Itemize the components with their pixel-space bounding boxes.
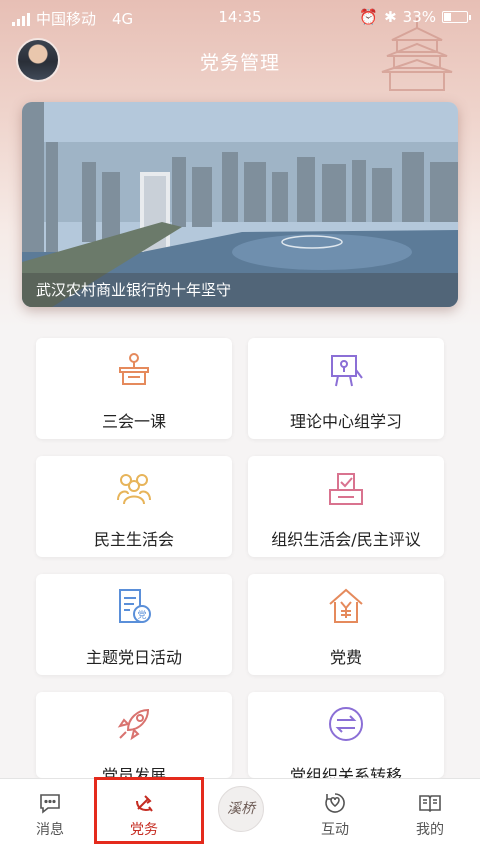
book-icon: [419, 795, 441, 813]
card-member-development[interactable]: 党员发展: [36, 692, 232, 785]
presentation-board-icon: [331, 355, 363, 387]
group-people-icon: [117, 474, 151, 505]
battery-icon: [442, 11, 471, 23]
card-three-meetings[interactable]: 三会一课: [36, 338, 232, 439]
card-theory-study[interactable]: 理论中心组学习: [248, 338, 444, 439]
interaction-icon: [325, 793, 345, 813]
card-democratic-meeting[interactable]: 民主生活会: [36, 456, 232, 557]
center-logo-button[interactable]: 溪桥: [218, 786, 264, 832]
alarm-icon: ⏰: [359, 8, 379, 26]
rocket-icon: [117, 708, 150, 741]
battery-percent: 33%: [402, 8, 436, 26]
card-org-life[interactable]: 组织生活会/民主评议: [248, 456, 444, 557]
svg-text:党: 党: [137, 609, 146, 621]
card-theme-day[interactable]: 党 主题党日活动: [36, 574, 232, 675]
card-label: 民主生活会: [93, 530, 174, 549]
bluetooth-icon: ✱: [384, 8, 397, 26]
party-document-icon: 党: [119, 589, 151, 623]
card-label: 党费: [329, 648, 362, 667]
card-party-fee[interactable]: 党费: [248, 574, 444, 675]
card-label: 理论中心组学习: [289, 412, 402, 431]
tab-label: 互动: [321, 822, 349, 838]
podium-icon: [119, 353, 149, 385]
tab-messages[interactable]: 消息: [10, 779, 90, 850]
highlight-box: [94, 777, 204, 844]
tab-label: 消息: [36, 822, 64, 838]
yuan-house-icon: [329, 588, 363, 623]
menu-grid: 三会一课 理论中心组学习 民主生活会 组织生活会/民主评议 党 主题党日活动 党…: [36, 338, 444, 785]
transfer-arrows-icon: [329, 707, 363, 741]
tab-label: 我的: [416, 822, 444, 838]
card-label: 组织生活会/民主评议: [271, 530, 421, 549]
card-label: 主题党日活动: [85, 648, 182, 667]
message-icon: [40, 794, 60, 814]
banner-caption: 武汉农村商业银行的十年坚守: [22, 273, 458, 307]
card-org-transfer[interactable]: 党组织关系转移: [248, 692, 444, 785]
ballot-box-icon: [329, 473, 363, 505]
tab-mine[interactable]: 我的: [390, 779, 470, 850]
tab-interaction[interactable]: 互动: [295, 779, 375, 850]
card-label: 三会一课: [101, 412, 166, 431]
banner-carousel[interactable]: 武汉农村商业银行的十年坚守: [22, 102, 458, 307]
status-bar: 中国移动 4G 14:35 ⏰ ✱ 33%: [0, 0, 480, 36]
page-title: 党务管理: [199, 52, 280, 74]
